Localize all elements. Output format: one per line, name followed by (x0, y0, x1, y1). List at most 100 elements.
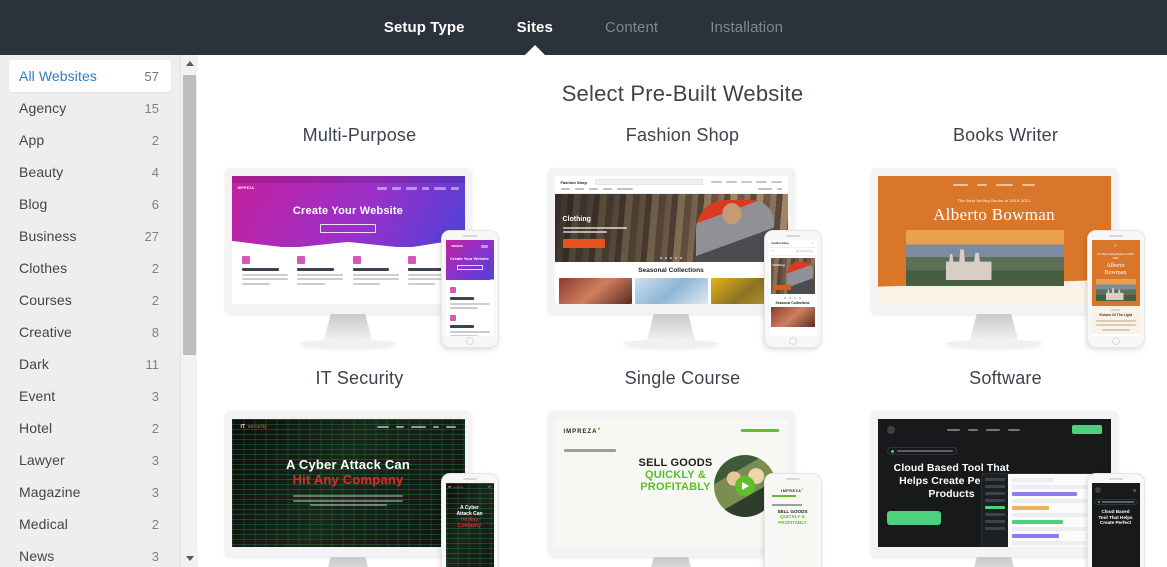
site-preview-mockup: Cloud Based Tool That Helps Create Perfe… (867, 411, 1145, 567)
tab-sites[interactable]: Sites (491, 0, 579, 56)
dashboard-sidebar (981, 474, 1008, 547)
site-card-title: Books Writer (952, 125, 1059, 145)
sidebar-item-all-websites[interactable]: All Websites 57 (9, 60, 171, 92)
sidebar-item-label: Creative (19, 324, 72, 340)
phone-screen: ☰ Cloud Based Tool That Helps Create Perfe… (1091, 483, 1140, 567)
preview-hero: Clothing (554, 194, 788, 262)
sidebar-item-label: All Websites (19, 68, 97, 84)
preview-cta-button[interactable] (320, 224, 376, 233)
sidebar-item-count: 2 (151, 132, 159, 148)
sidebar-item-label: Clothes (19, 260, 68, 276)
preview-carousel-dots[interactable] (660, 257, 682, 259)
sidebar-item-label: Event (19, 388, 56, 404)
monitor-neck (970, 314, 1018, 340)
tab-setup-type[interactable]: Setup Type (358, 0, 491, 55)
phone-screen: ☰ The Best Selling Books of 2019-2021 Al… (1091, 240, 1140, 336)
sidebar-item-count: 8 (151, 324, 159, 340)
scrollbar-thumb[interactable] (183, 75, 196, 355)
site-card-books-writer[interactable]: Books Writer The Best Selling Books of 2… (844, 125, 1167, 358)
sidebar-item-label: Dark (19, 356, 49, 372)
preview-cta-button[interactable] (562, 239, 605, 248)
sidebar-item-label: Medical (19, 516, 68, 532)
category-sidebar[interactable]: All Websites 57 Agency 15 App 2 Beauty 4 Blog 6 Bu… (0, 55, 180, 567)
sidebar-item-blog[interactable]: Blog 6 (9, 188, 171, 220)
site-card-multi-purpose[interactable]: Multi-Purpose IMPREZA Create Your Websit… (198, 125, 521, 358)
sidebar-item-courses[interactable]: Courses 2 (9, 284, 171, 316)
site-card-single-course[interactable]: Single Course IMPREZA● SELL GOODS QUICKL… (521, 368, 844, 567)
sidebar-item-agency[interactable]: Agency 15 (9, 92, 171, 124)
phone-speaker (1108, 478, 1123, 480)
sidebar-item-count: 3 (151, 452, 159, 468)
sidebar-scrollbar[interactable] (180, 55, 198, 567)
sidebar-item-count: 15 (144, 100, 159, 116)
preview-logo-icon (886, 425, 895, 434)
preview-tile-row (555, 278, 788, 304)
sidebar-item-medical[interactable]: Medical 2 (9, 508, 171, 540)
site-card-title: Fashion Shop (625, 125, 740, 145)
monitor-base (300, 340, 396, 347)
sidebar-item-label: Agency (19, 100, 67, 116)
monitor-neck (647, 557, 695, 567)
sidebar-item-lawyer[interactable]: Lawyer 3 (9, 444, 171, 476)
preview-get-started-button[interactable] (886, 511, 941, 525)
page-title: Select Pre-Built Website (561, 81, 804, 106)
sidebar-item-app[interactable]: App 2 (9, 124, 171, 156)
sidebar-item-creative[interactable]: Creative 8 (9, 316, 171, 348)
preview-logo: IMPREZA (237, 186, 255, 190)
site-card-fashion-shop[interactable]: Fashion Shop Fashion Shop Clothing Seaso… (521, 125, 844, 358)
category-list: All Websites 57 Agency 15 App 2 Beauty 4 Blog 6 Bu… (0, 55, 180, 567)
sidebar-item-count: 3 (151, 484, 159, 500)
sidebar-item-count: 11 (145, 356, 160, 372)
mobile-mockup: IMPREZA Create Your Website (440, 230, 499, 348)
sidebar-item-magazine[interactable]: Magazine 3 (9, 476, 171, 508)
sidebar-item-count: 3 (151, 548, 159, 564)
site-card-title: Multi-Purpose (302, 125, 417, 145)
phone-speaker (462, 235, 477, 237)
preview-cta-button[interactable] (1071, 425, 1102, 434)
site-card-software[interactable]: Software Cloud Based Tool That Helps Cre… (844, 368, 1167, 567)
phone-screen: IMPREZA● SELL GOODS QUICKLY & PROFITABLY (768, 483, 817, 567)
sidebar-item-label: Business (19, 228, 77, 244)
preview-headline-line1: SELL GOODS (638, 456, 713, 469)
play-icon[interactable] (734, 476, 755, 496)
preview-hero-model-image (695, 200, 774, 262)
sidebar-item-news[interactable]: News 3 (9, 540, 171, 567)
tab-content-label: Content (604, 19, 659, 36)
monitor-screen: The Best Selling Books of 2019-2021 Albe… (877, 176, 1111, 304)
scroll-down-arrow-icon[interactable] (181, 550, 198, 567)
sidebar-item-hotel[interactable]: Hotel 2 (9, 412, 171, 444)
phone-home-button (1111, 337, 1120, 345)
preview-hero: IT_security A Cyber Attack Can Hit Any C… (231, 419, 465, 547)
sidebar-item-dark[interactable]: Dark 11 (9, 348, 171, 380)
preview-headline-secondary: Hit Any Company (292, 472, 404, 487)
sidebar-item-event[interactable]: Event 3 (9, 380, 171, 412)
monitor-bezel: Fashion Shop Clothing Seasonal Collectio… (547, 168, 795, 314)
preview-hero: The Best Selling Books of 2019-2021 Albe… (877, 176, 1111, 304)
tab-installation[interactable]: Installation (684, 0, 809, 55)
mobile-mockup: IT_security ☰ A Cyber Attack Can Hit Any Co… (440, 473, 499, 567)
sidebar-item-label: News (19, 548, 55, 564)
sites-main-panel: Select Pre-Built Website Multi-Purpose I… (198, 55, 1167, 567)
preview-search-input[interactable] (594, 179, 703, 185)
site-card-it-security[interactable]: IT Security IT_security A Cyber Attack C… (198, 368, 521, 567)
site-card-grid: Multi-Purpose IMPREZA Create Your Websit… (198, 125, 1167, 567)
monitor-base (946, 340, 1042, 347)
sidebar-item-count: 3 (151, 388, 159, 404)
sidebar-item-business[interactable]: Business 27 (9, 220, 171, 252)
scroll-up-arrow-icon[interactable] (181, 55, 198, 72)
monitor-screen: IMPREZA Create Your Website (231, 176, 465, 304)
site-card-title: IT Security (315, 368, 404, 388)
tab-content[interactable]: Content (579, 0, 684, 55)
monitor-neck (324, 314, 372, 340)
monitor-screen: Fashion Shop Clothing Seasonal Collectio… (554, 176, 788, 304)
phone-screen: IT_security ☰ A Cyber Attack Can Hit Any Co… (445, 483, 494, 567)
preview-logo: IMPREZA● (563, 426, 602, 435)
preview-hero: Cloud Based Tool That Helps Create Perfe… (877, 419, 1111, 547)
wizard-header: Setup Type Sites Content Installation (0, 0, 1167, 56)
sidebar-item-clothes[interactable]: Clothes 2 (9, 252, 171, 284)
preview-topbar (231, 176, 465, 183)
sidebar-item-beauty[interactable]: Beauty 4 (9, 156, 171, 188)
preview-header: Fashion Shop (555, 176, 788, 188)
site-card-title: Single Course (624, 368, 741, 388)
sidebar-item-label: Beauty (19, 164, 64, 180)
